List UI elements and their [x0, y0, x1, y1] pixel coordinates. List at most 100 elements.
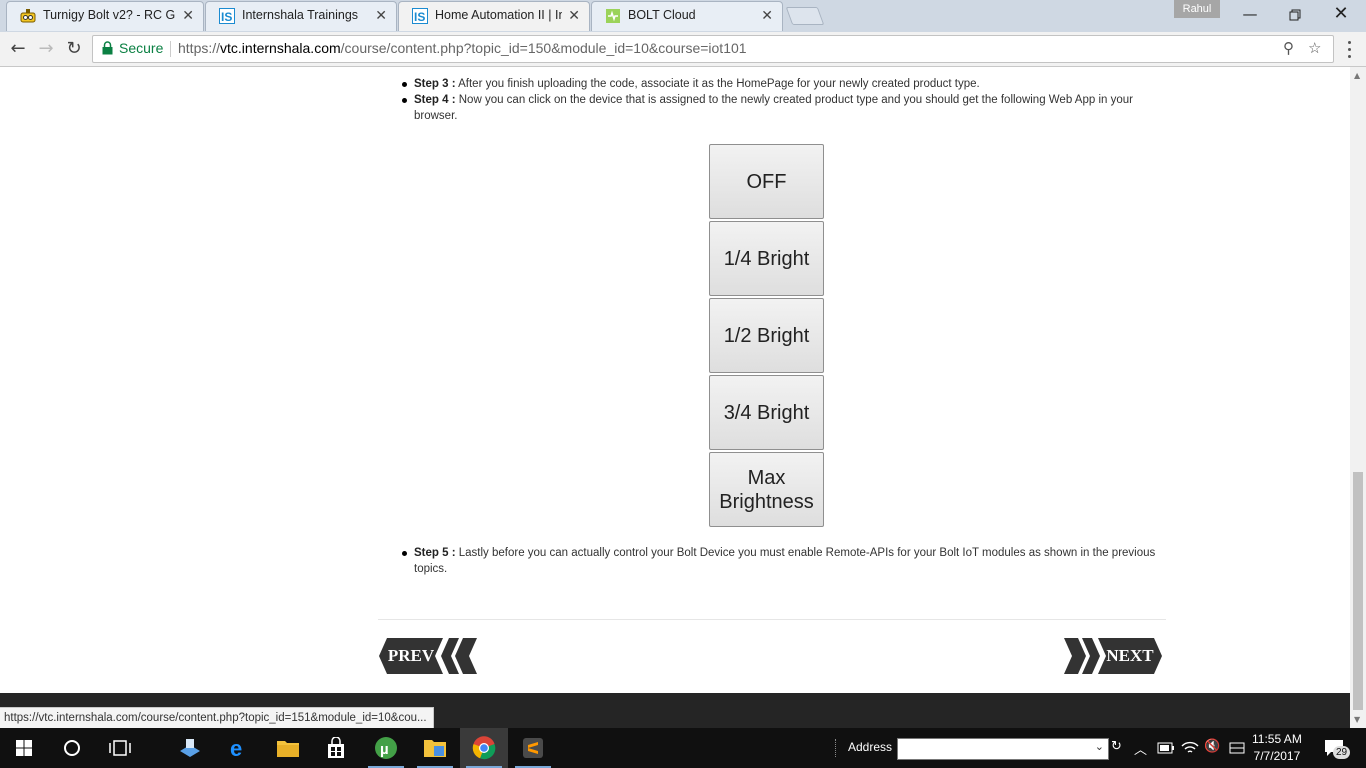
folder-glyph [277, 741, 299, 757]
step-label: Step 5 : [414, 547, 456, 559]
svg-text:IS: IS [414, 10, 425, 24]
app-glyph [180, 739, 200, 757]
forward-arrow-icon[interactable]: → [34, 37, 58, 61]
page-content: Step 3 : After you finish uploading the … [0, 67, 1350, 693]
tab-close-icon[interactable]: ✕ [182, 7, 194, 24]
chrome-menu-icon[interactable] [1343, 37, 1355, 61]
clock-time: 11:55 AM [1252, 732, 1302, 746]
address-toolbar-input[interactable]: ⌄ [897, 738, 1109, 760]
chrome-glyph [472, 736, 496, 760]
folder-app-icon[interactable] [411, 728, 459, 768]
utorrent-icon[interactable]: µ [362, 728, 410, 768]
menu-dot [1347, 41, 1351, 44]
page-scrollbar[interactable]: ▲ ▼ [1350, 67, 1366, 728]
secure-label: Secure [119, 40, 164, 56]
tab-close-icon[interactable]: ✕ [568, 7, 580, 24]
restore-icon[interactable] [1272, 0, 1318, 30]
action-center-icon[interactable]: 29 [1322, 737, 1352, 761]
svg-text:IS: IS [221, 10, 232, 24]
address-dropdown-chevron-icon[interactable]: ⌄ [1095, 740, 1104, 753]
svg-text:e: e [230, 737, 242, 759]
profile-badge[interactable]: Rahul [1174, 0, 1220, 18]
internshala-favicon-icon: IS [412, 8, 428, 24]
three-quarter-bright-button[interactable]: 3/4 Bright [709, 375, 824, 450]
clock-date: 7/7/2017 [1253, 749, 1301, 763]
tab-close-icon[interactable]: ✕ [375, 7, 387, 24]
minimize-icon[interactable]: — [1227, 0, 1273, 30]
menu-dot [1347, 55, 1351, 58]
input-keyboard-icon[interactable] [1229, 742, 1245, 754]
reload-icon[interactable]: ↻ [62, 37, 86, 61]
max-brightness-button[interactable]: Max Brightness [709, 452, 824, 527]
step-text: After you finish uploading the code, ass… [455, 78, 980, 90]
task-view-glyph [109, 740, 131, 756]
cortana-search-icon[interactable] [48, 728, 96, 768]
scroll-up-arrow-icon[interactable]: ▲ [1354, 71, 1360, 80]
bookmark-star-icon[interactable]: ☆ [1308, 39, 1321, 57]
tab-home-automation[interactable]: IS Home Automation II | Int ✕ [398, 1, 590, 31]
step-text: Lastly before you can actually control y… [414, 547, 1156, 575]
rc-groups-favicon-icon [20, 9, 36, 23]
folder-app-glyph [424, 740, 446, 757]
chrome-taskbar-icon[interactable] [460, 728, 508, 768]
sublime-text-icon[interactable] [509, 728, 557, 768]
prev-label: PREV [387, 646, 435, 665]
bolt-cloud-favicon-icon [606, 9, 620, 23]
url-text[interactable]: https://vtc.internshala.com/course/conte… [178, 40, 747, 56]
status-url-bubble: https://vtc.internshala.com/course/conte… [0, 707, 434, 730]
close-window-icon[interactable]: ✕ [1318, 0, 1364, 30]
url-scheme: https:// [178, 40, 221, 56]
prev-button[interactable]: PREV [379, 638, 479, 674]
tab-title: BOLT Cloud [628, 8, 696, 22]
new-tab-button[interactable] [785, 7, 825, 25]
restore-glyph [1289, 9, 1301, 21]
tab-title: Turnigy Bolt v2? - RC Gro [43, 8, 176, 22]
system-clock[interactable]: 11:55 AM 7/7/2017 [1252, 731, 1302, 765]
wifi-icon[interactable] [1181, 741, 1199, 755]
battery-icon[interactable] [1157, 742, 1175, 754]
url-path: /course/content.php?topic_id=150&module_… [340, 40, 747, 56]
address-bar[interactable]: Secure https://vtc.internshala.com/cours… [92, 35, 1334, 63]
task-view-icon[interactable] [96, 728, 144, 768]
web-app-preview: OFF 1/4 Bright 1/2 Bright 3/4 Bright Max… [709, 144, 824, 529]
scroll-down-arrow-icon[interactable]: ▼ [1354, 715, 1360, 724]
step-text: Now you can click on the device that is … [414, 94, 1133, 122]
step-label: Step 3 : [414, 78, 456, 90]
tab-close-icon[interactable]: ✕ [761, 7, 773, 24]
file-explorer-icon[interactable] [264, 728, 312, 768]
file-tool-app-icon[interactable] [166, 728, 214, 768]
scrollbar-thumb[interactable] [1353, 472, 1363, 710]
off-button[interactable]: OFF [709, 144, 824, 219]
store-icon[interactable] [312, 728, 360, 768]
address-separator [170, 41, 171, 57]
step-item: Step 5 : Lastly before you can actually … [400, 545, 1160, 577]
step-item: Step 3 : After you finish uploading the … [400, 76, 1160, 92]
menu-dot [1347, 48, 1351, 51]
tab-bolt-cloud[interactable]: BOLT Cloud ✕ [591, 1, 783, 31]
next-button[interactable]: NEXT [1062, 638, 1162, 674]
volume-muted-icon[interactable]: 🔇 [1204, 739, 1220, 754]
zoom-search-icon[interactable]: ⚲ [1283, 39, 1294, 57]
cortana-circle [64, 740, 80, 756]
address-toolbar-label: Address [848, 740, 893, 754]
tab-title: Internshala Trainings [242, 8, 359, 22]
notification-count-badge: 29 [1333, 746, 1351, 759]
tab-turnigy[interactable]: Turnigy Bolt v2? - RC Gro ✕ [6, 1, 204, 31]
address-refresh-icon[interactable]: ↻ [1111, 739, 1122, 754]
store-glyph [328, 737, 344, 758]
half-bright-button[interactable]: 1/2 Bright [709, 298, 824, 373]
content-divider [378, 619, 1166, 620]
back-arrow-icon[interactable]: ← [6, 37, 30, 61]
svg-text:µ: µ [380, 741, 389, 758]
next-label: NEXT [1106, 646, 1154, 665]
show-hidden-icons-chevron-icon[interactable]: ︿ [1134, 739, 1147, 758]
windows-start-icon[interactable] [0, 728, 48, 768]
url-host: vtc.internshala.com [220, 40, 341, 56]
tab-title: Home Automation II | Int [435, 8, 562, 22]
steps-list-top: Step 3 : After you finish uploading the … [400, 76, 1160, 124]
tab-strip: Turnigy Bolt v2? - RC Gro ✕ IS Internsha… [0, 0, 1366, 32]
tab-internshala-trainings[interactable]: IS Internshala Trainings ✕ [205, 1, 397, 31]
quarter-bright-button[interactable]: 1/4 Bright [709, 221, 824, 296]
edge-browser-icon[interactable]: e [216, 728, 264, 768]
windows-logo [16, 740, 32, 756]
